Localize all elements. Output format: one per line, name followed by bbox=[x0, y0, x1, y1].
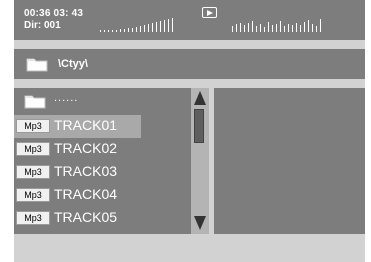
parent-directory-item[interactable]: ...... bbox=[14, 88, 191, 111]
progress-meter bbox=[100, 14, 186, 34]
audio-level-meter bbox=[232, 14, 352, 34]
scroll-up-arrow-icon[interactable] bbox=[193, 90, 207, 111]
list-item[interactable]: Mp3 TRACK04 bbox=[14, 184, 191, 207]
status-bar: 00:36 03: 43 Dir: 001 bbox=[14, 0, 365, 40]
path-bar: \Ctyy\ bbox=[14, 49, 365, 79]
preview-panel bbox=[214, 88, 365, 234]
mp3-badge: Mp3 bbox=[16, 211, 50, 225]
parent-directory-label: ...... bbox=[54, 92, 79, 104]
mp3-badge: Mp3 bbox=[16, 188, 50, 202]
folder-icon bbox=[24, 93, 46, 114]
file-list[interactable]: ...... Mp3 TRACK01 Mp3 TRACK02 Mp3 TRACK… bbox=[14, 88, 191, 234]
list-item[interactable]: Mp3 TRACK01 bbox=[14, 115, 191, 138]
track-name: TRACK03 bbox=[54, 163, 118, 179]
playback-time: 00:36 03: 43 bbox=[24, 8, 84, 19]
dvd-file-browser: 00:36 03: 43 Dir: 001 \Ctyy\ ...... Mp3 … bbox=[14, 0, 365, 262]
current-path: \Ctyy\ bbox=[58, 58, 88, 70]
mp3-badge: Mp3 bbox=[16, 119, 50, 133]
list-item[interactable]: Mp3 TRACK05 bbox=[14, 207, 191, 230]
mp3-badge: Mp3 bbox=[16, 142, 50, 156]
list-item[interactable]: Mp3 TRACK02 bbox=[14, 138, 191, 161]
folder-icon bbox=[26, 56, 48, 77]
divider bbox=[14, 40, 365, 49]
scroll-down-arrow-icon[interactable] bbox=[193, 215, 207, 236]
list-item[interactable]: Mp3 TRACK03 bbox=[14, 161, 191, 184]
track-name: TRACK04 bbox=[54, 186, 118, 202]
track-name: TRACK05 bbox=[54, 209, 118, 225]
directory-number: Dir: 001 bbox=[24, 20, 61, 31]
scrollbar[interactable] bbox=[191, 88, 209, 234]
mp3-badge: Mp3 bbox=[16, 165, 50, 179]
scroll-thumb[interactable] bbox=[194, 109, 204, 143]
track-name: TRACK01 bbox=[54, 117, 118, 133]
track-name: TRACK02 bbox=[54, 140, 118, 156]
play-icon bbox=[202, 7, 217, 18]
